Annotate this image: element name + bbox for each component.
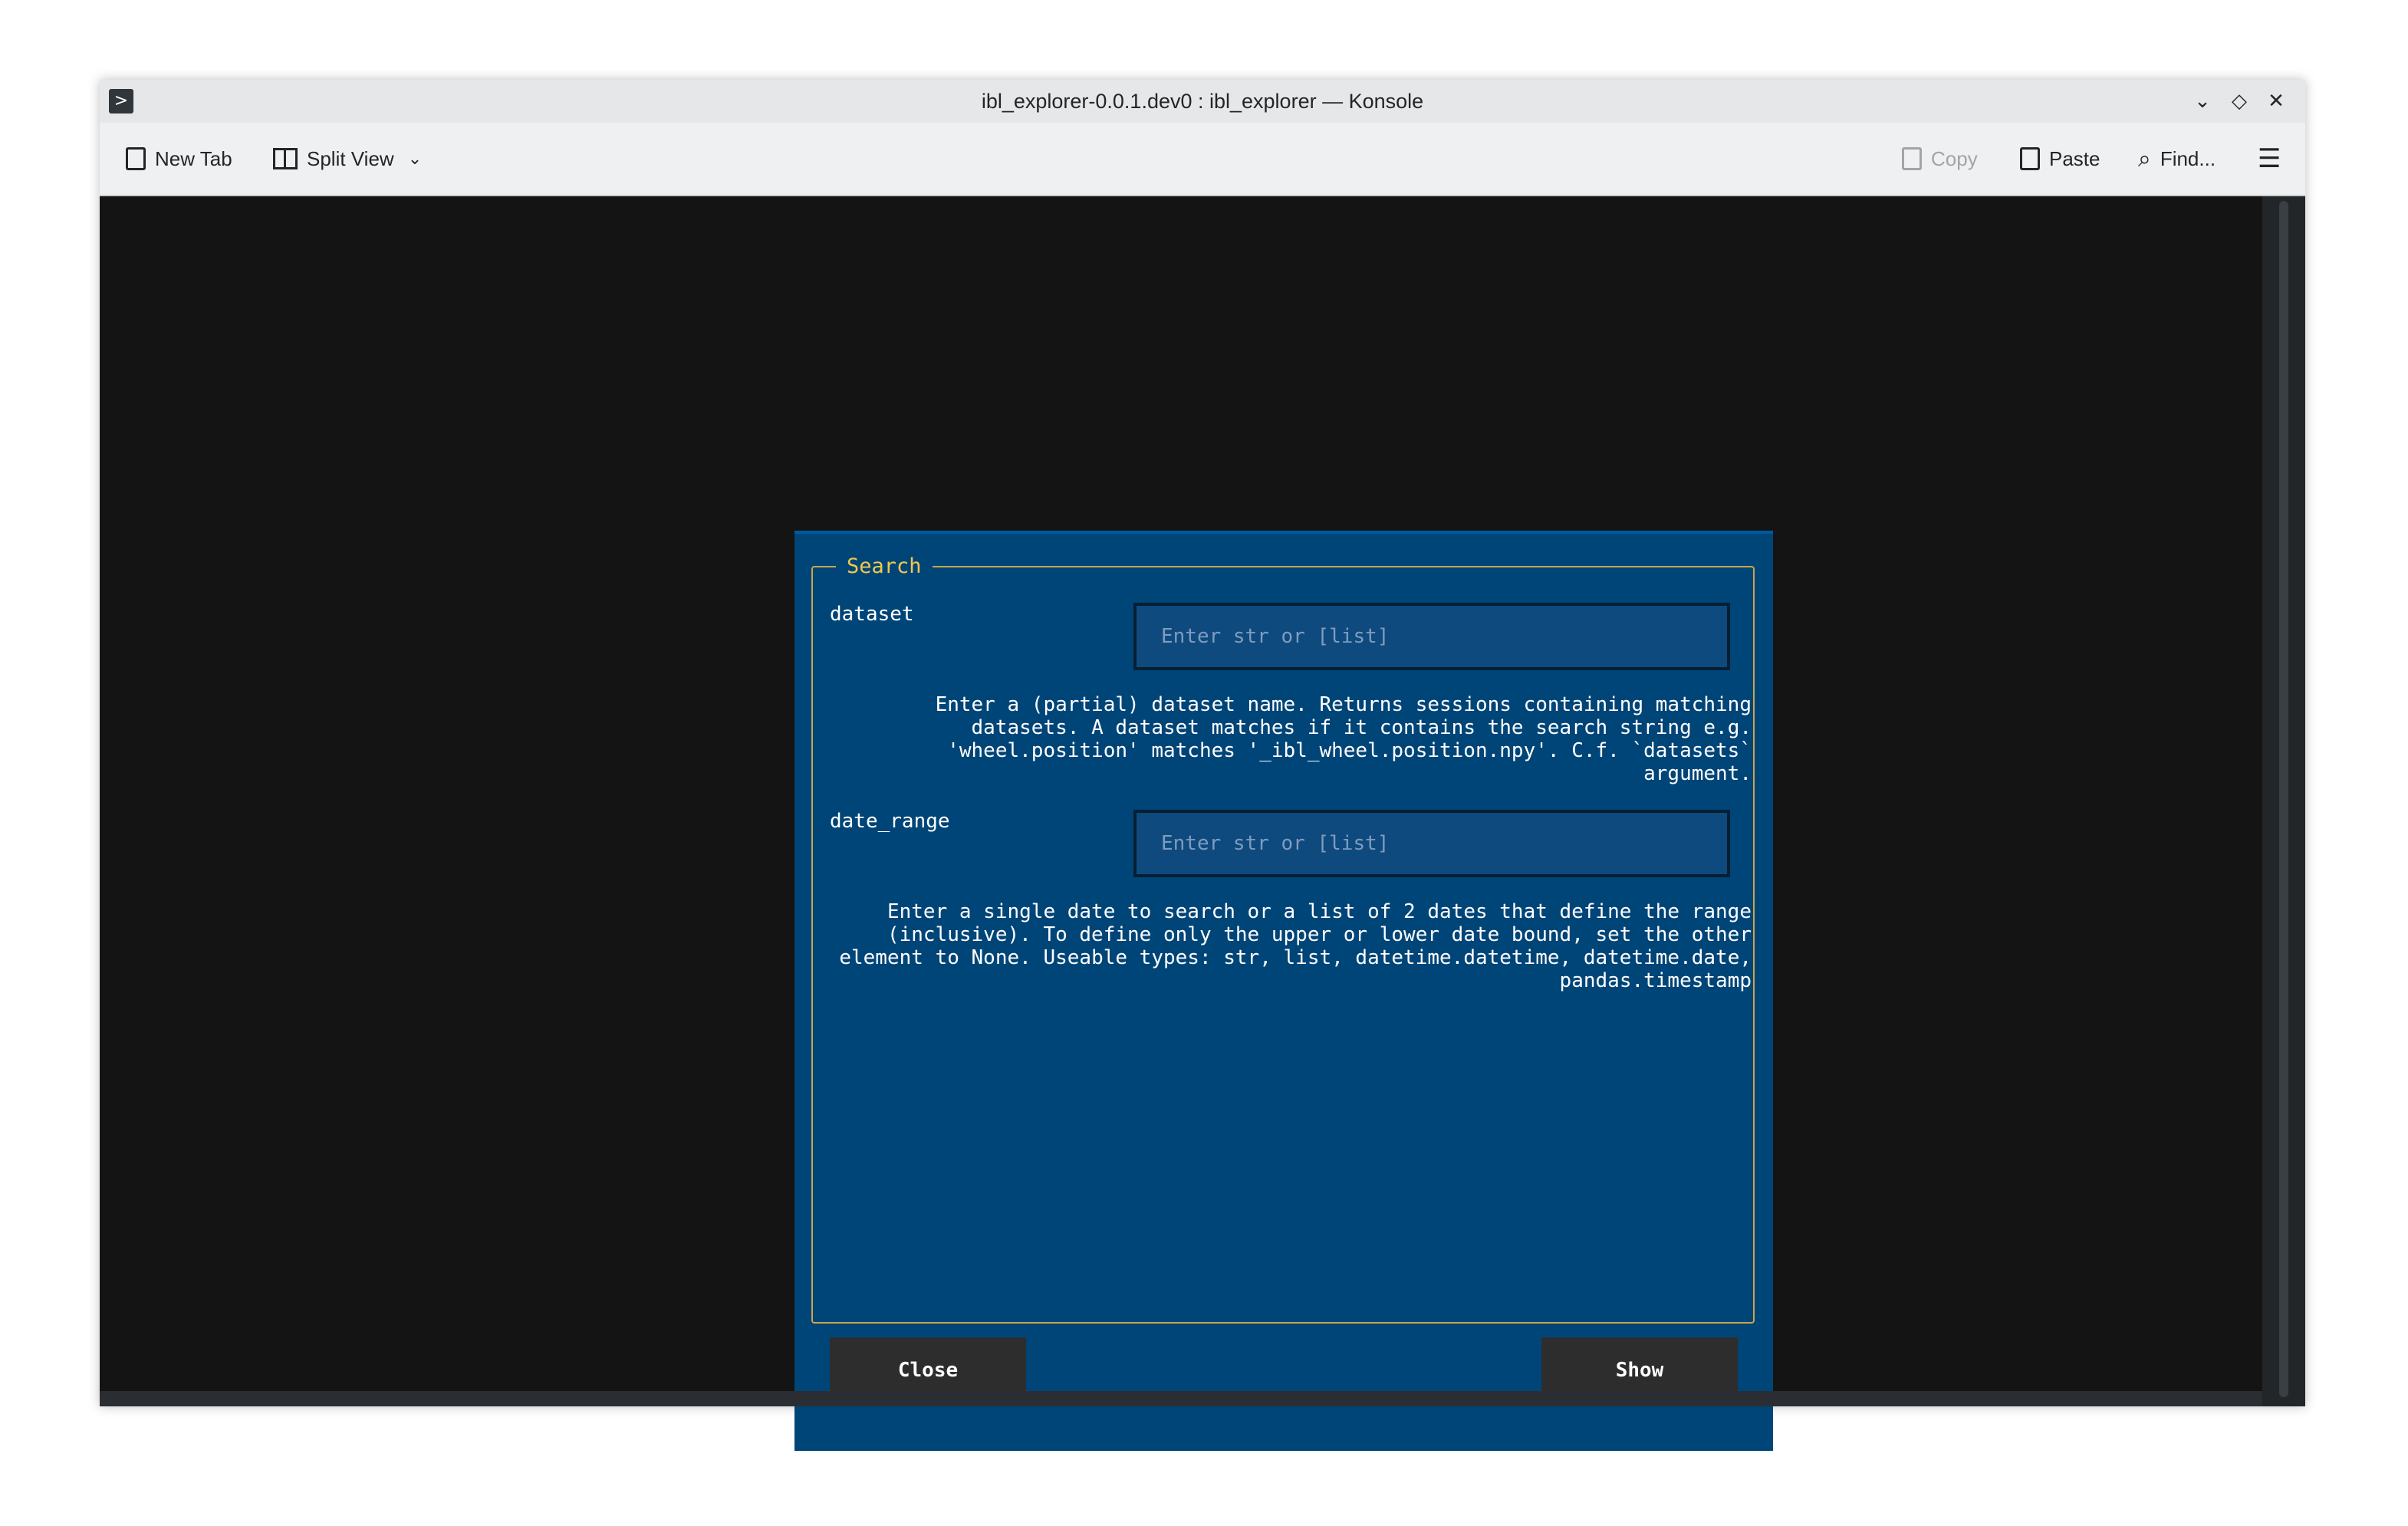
chevron-down-icon[interactable]: ⌄ [408,150,422,169]
copy-label: Copy [1931,146,1978,170]
copy-icon [1902,147,1922,170]
date-range-label: date_range [830,810,950,833]
window-title: ibl_explorer-0.0.1.dev0 : ibl_explorer —… [981,90,1424,113]
toolbar: New Tab Split View ⌄ Copy Paste ⌕ Find..… [100,123,2305,196]
new-tab-icon [126,147,146,170]
search-icon: ⌕ [2138,145,2151,173]
new-tab-label: New Tab [155,146,232,170]
find-button[interactable]: ⌕ Find... [2138,140,2216,178]
close-window-icon[interactable]: ✕ [2261,86,2291,117]
minimize-icon[interactable]: ⌄ [2187,86,2218,117]
konsole-window: > ibl_explorer-0.0.1.dev0 : ibl_explorer… [100,80,2305,1451]
split-view-icon [273,148,298,169]
scrollbar-thumb[interactable] [2279,201,2288,1397]
split-view-label: Split View [307,146,394,170]
terminal-area[interactable]: Search dataset Enter str or [list] Enter… [100,196,2262,1451]
paste-button[interactable]: Paste [2020,140,2100,178]
split-view-button[interactable]: Split View ⌄ [273,140,422,178]
maximize-icon[interactable]: ◇ [2224,86,2255,117]
date-range-help-text: Enter a single date to search or a list … [839,900,1752,992]
scrollbar[interactable] [2262,196,2305,1406]
search-dialog: Search dataset Enter str or [list] Enter… [794,531,1773,1451]
dataset-input[interactable]: Enter str or [list] [1133,603,1730,670]
search-legend: Search [836,551,933,582]
copy-button[interactable]: Copy [1902,140,1978,178]
hamburger-menu-icon[interactable]: ☰ [2258,140,2281,178]
title-bar[interactable]: > ibl_explorer-0.0.1.dev0 : ibl_explorer… [100,80,2305,123]
paste-icon [2020,147,2040,170]
date-range-input[interactable]: Enter str or [list] [1133,810,1730,877]
dataset-label: dataset [830,603,914,626]
terminal-bottom-edge [100,1391,2262,1406]
dataset-help-text: Enter a (partial) dataset name. Returns … [935,693,1752,785]
new-tab-button[interactable]: New Tab [126,140,232,178]
find-label: Find... [2160,146,2216,170]
paste-label: Paste [2049,146,2100,170]
